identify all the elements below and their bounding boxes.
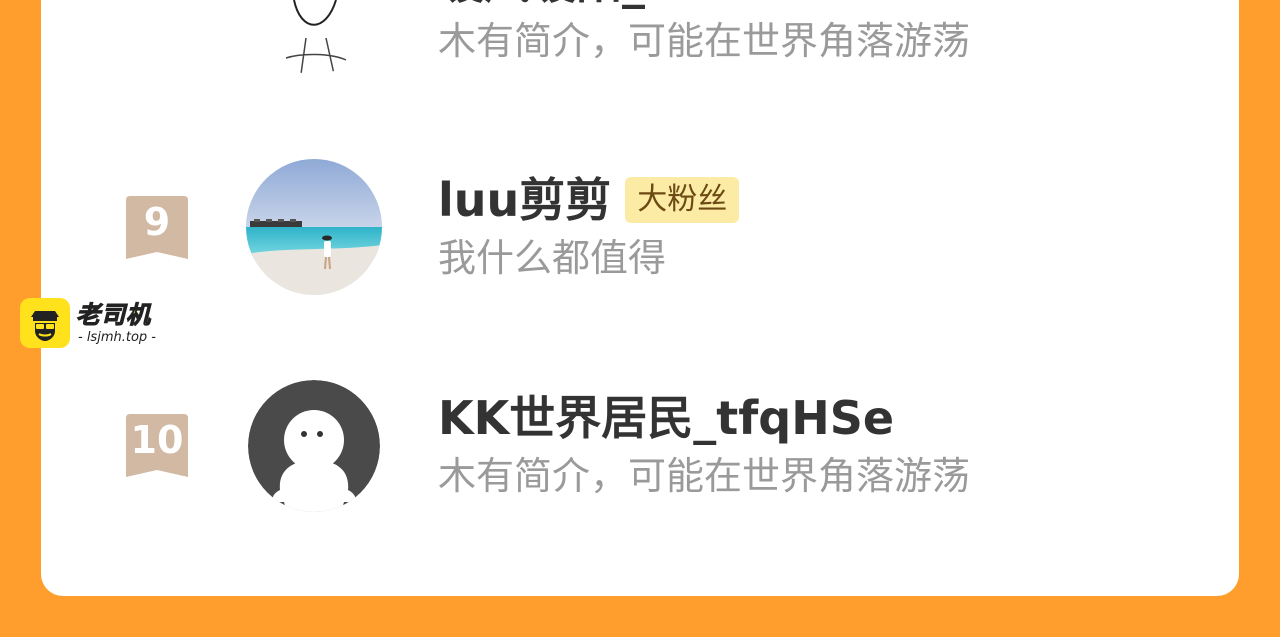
user-name[interactable]: 暖风暖阳_: [438, 0, 645, 10]
beach-photo-avatar-icon: [246, 159, 382, 295]
rank-badge: 9: [126, 196, 188, 260]
watermark-text: 老司机 - lsjmh.top -: [76, 300, 158, 345]
fan-ranking-card: 8 暖风暖阳_ 木有简介，可能在世界角落游荡 9: [41, 0, 1239, 596]
user-name-row: KK世界居民_tfqHSe: [438, 390, 894, 446]
user-avatar[interactable]: [246, 159, 382, 295]
user-avatar[interactable]: [248, 380, 380, 512]
driver-logo-icon: [20, 298, 70, 348]
rank-number: 9: [143, 200, 171, 244]
user-name[interactable]: KK世界居民_tfqHSe: [438, 390, 894, 446]
fan-level-badge: 大粉丝: [625, 177, 740, 223]
user-bio: 我什么都值得: [438, 236, 667, 280]
watermark-url: - lsjmh.top -: [76, 329, 158, 345]
default-user-avatar-icon: [248, 380, 380, 512]
ribbon-icon: [126, 0, 188, 2]
user-bio: 木有简介，可能在世界角落游荡: [438, 454, 971, 498]
site-watermark: 老司机 - lsjmh.top -: [20, 298, 158, 348]
rank-number: 10: [130, 418, 184, 462]
watermark-title: 老司机: [76, 300, 151, 329]
user-name-row: 暖风暖阳_: [438, 0, 645, 10]
anime-sketch-avatar-icon: [246, 0, 382, 74]
user-bio: 木有简介，可能在世界角落游荡: [438, 19, 971, 63]
user-name[interactable]: luu剪剪: [438, 172, 611, 228]
user-name-row: luu剪剪 大粉丝: [438, 172, 740, 228]
rank-badge: 10: [126, 414, 188, 478]
user-avatar[interactable]: [246, 0, 382, 74]
